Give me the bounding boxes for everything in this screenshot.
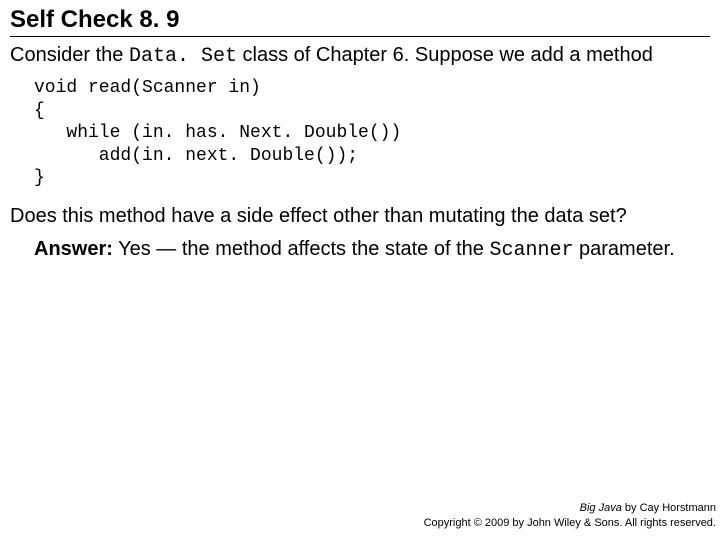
answer-label: Answer: — [34, 238, 113, 260]
intro-code: Data. Set — [129, 45, 237, 68]
answer-code: Scanner — [489, 239, 573, 262]
footer-by: by Cay Horstmann — [622, 502, 716, 514]
code-block: void read(Scanner in) { while (in. has. … — [34, 77, 710, 190]
intro-post: class of Chapter 6. Suppose we add a met… — [237, 44, 653, 66]
intro-pre: Consider the — [10, 44, 129, 66]
title-rule — [10, 36, 710, 37]
slide-title: Self Check 8. 9 — [10, 6, 710, 36]
question-text: Does this method have a side effect othe… — [10, 204, 710, 229]
intro-text: Consider the Data. Set class of Chapter … — [10, 43, 710, 69]
answer-pre: Yes — the method affects the state of th… — [113, 238, 490, 260]
footer-line2: Copyright © 2009 by John Wiley & Sons. A… — [424, 516, 716, 530]
footer: Big Java by Cay Horstmann Copyright © 20… — [424, 501, 716, 530]
footer-book: Big Java — [580, 502, 622, 514]
answer-text: Answer: Yes — the method affects the sta… — [34, 237, 710, 263]
footer-line1: Big Java by Cay Horstmann — [424, 501, 716, 515]
answer-post: parameter. — [573, 238, 674, 260]
